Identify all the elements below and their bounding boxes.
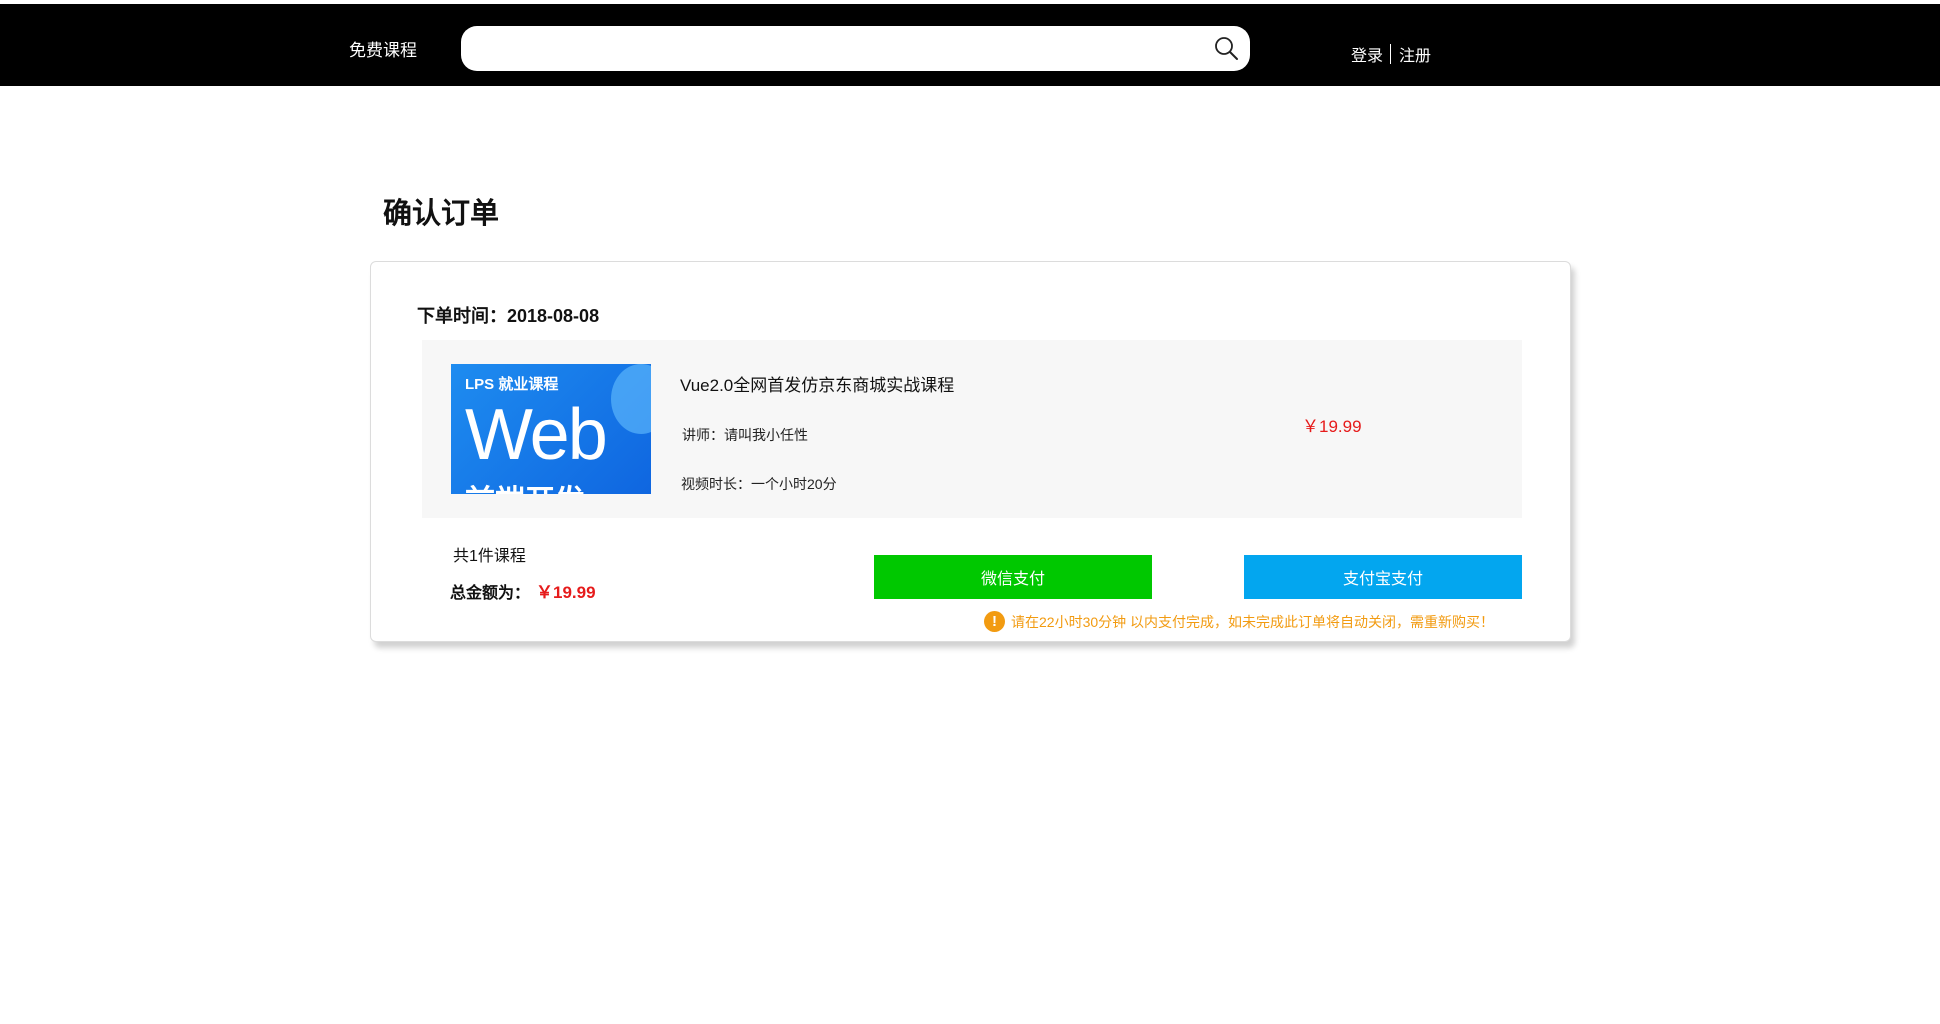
course-thumbnail[interactable]: LPS 就业课程 Web 前端开发 — [451, 364, 651, 494]
order-time-value: 2018-08-08 — [507, 306, 600, 326]
wechat-pay-button[interactable]: 微信支付 — [874, 555, 1152, 599]
payment-notice: ! 请在22小时30分钟 以内支付完成，如未完成此订单将自动关闭，需重新购买！ — [984, 611, 1494, 632]
nav-free-courses-link[interactable]: 免费课程 — [349, 36, 417, 61]
warning-icon: ! — [984, 611, 1005, 632]
auth-links: 登录 注册 — [1351, 42, 1431, 66]
order-card: 下单时间：2018-08-08 LPS 就业课程 Web 前端开发 Vue2.0… — [370, 261, 1571, 642]
thumbnail-decoration — [611, 364, 651, 434]
login-link[interactable]: 登录 — [1351, 42, 1383, 66]
register-link[interactable]: 注册 — [1399, 42, 1431, 66]
order-total: 总金额为： ￥19.99 — [450, 578, 596, 603]
course-name[interactable]: Vue2.0全网首发仿京东商城实战课程 — [680, 371, 954, 396]
order-time: 下单时间：2018-08-08 — [417, 302, 599, 328]
top-navbar: 免费课程 登录 注册 — [0, 4, 1940, 86]
search-bar — [461, 26, 1250, 73]
search-icon[interactable] — [1212, 34, 1242, 64]
page-title: 确认订单 — [383, 198, 500, 230]
search-input[interactable] — [481, 26, 1185, 73]
total-amount: ￥19.99 — [536, 583, 596, 602]
course-duration: 视频时长：一个小时20分 — [681, 476, 837, 492]
total-label: 总金额为： — [450, 585, 531, 602]
order-time-label: 下单时间： — [417, 306, 507, 326]
item-count: 共1件课程 — [453, 548, 526, 565]
order-item: LPS 就业课程 Web 前端开发 Vue2.0全网首发仿京东商城实战课程 讲师… — [422, 340, 1522, 518]
thumbnail-subtitle: 前端开发 — [465, 476, 585, 494]
payment-notice-text: 请在22小时30分钟 以内支付完成，如未完成此订单将自动关闭，需重新购买！ — [1011, 613, 1495, 630]
alipay-pay-button[interactable]: 支付宝支付 — [1244, 555, 1522, 599]
thumbnail-tag: LPS 就业课程 — [465, 376, 559, 393]
divider — [1390, 44, 1392, 64]
item-price: ￥19.99 — [1302, 417, 1362, 436]
thumbnail-title: Web — [465, 395, 608, 475]
course-teacher: 讲师：请叫我小任性 — [682, 427, 808, 443]
